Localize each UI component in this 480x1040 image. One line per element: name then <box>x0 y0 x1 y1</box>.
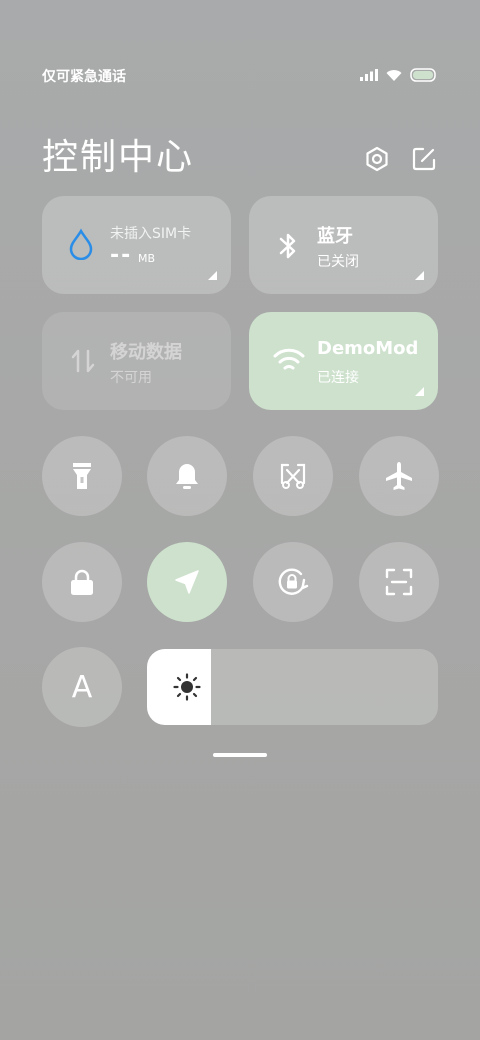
rotation-lock-icon <box>278 568 309 595</box>
location-toggle[interactable] <box>147 542 227 622</box>
wifi-network-name: DemoMod <box>317 338 419 359</box>
data-usage-value: -- <box>110 243 133 268</box>
scissors-icon <box>280 463 306 489</box>
expand-corner-icon <box>415 387 424 396</box>
status-carrier-text: 仅可紧急通话 <box>42 69 126 85</box>
settings-icon[interactable] <box>364 146 390 172</box>
expand-corner-icon <box>208 271 217 280</box>
wifi-tile[interactable]: DemoMod 已连接 <box>249 312 438 410</box>
airplane-mode-toggle[interactable] <box>359 436 439 516</box>
rotation-lock-toggle[interactable] <box>253 542 333 622</box>
wifi-status-icon <box>386 69 402 81</box>
signal-icon <box>360 69 378 81</box>
mobile-data-tile[interactable]: 移动数据 不可用 <box>42 312 231 410</box>
bluetooth-tile[interactable]: 蓝牙 已关闭 <box>249 196 438 294</box>
data-transfer-icon <box>71 349 95 373</box>
expand-corner-icon <box>415 271 424 280</box>
screenshot-toggle[interactable] <box>253 436 333 516</box>
mobile-data-status: 不可用 <box>110 370 152 386</box>
font-size-label: A <box>71 669 93 705</box>
lock-icon <box>71 569 93 595</box>
status-icons <box>360 68 436 82</box>
brightness-slider[interactable] <box>147 649 438 725</box>
battery-icon <box>410 68 436 82</box>
data-usage-unit: MB <box>138 252 156 265</box>
edit-icon[interactable] <box>411 146 437 172</box>
brightness-icon <box>173 673 201 701</box>
wifi-status: 已连接 <box>317 370 359 386</box>
water-drop-icon <box>69 228 93 260</box>
flashlight-icon <box>73 463 91 489</box>
data-usage-title: 未插入SIM卡 <box>110 226 192 242</box>
wifi-icon <box>273 348 305 370</box>
mute-toggle[interactable] <box>147 436 227 516</box>
scan-icon <box>385 568 413 596</box>
flashlight-toggle[interactable] <box>42 436 122 516</box>
mobile-data-title: 移动数据 <box>110 342 182 363</box>
bell-icon <box>176 464 198 489</box>
airplane-icon <box>386 462 412 490</box>
bluetooth-status: 已关闭 <box>317 254 359 270</box>
lock-screen-toggle[interactable] <box>42 542 122 622</box>
page-title: 控制中心 <box>42 137 195 178</box>
bluetooth-title: 蓝牙 <box>317 226 353 247</box>
drag-handle[interactable] <box>213 753 267 757</box>
scanner-toggle[interactable] <box>359 542 439 622</box>
font-size-toggle[interactable]: A <box>42 647 122 727</box>
location-arrow-icon <box>175 570 199 594</box>
bluetooth-icon <box>279 233 296 259</box>
data-usage-tile[interactable]: 未插入SIM卡 -- MB <box>42 196 231 294</box>
